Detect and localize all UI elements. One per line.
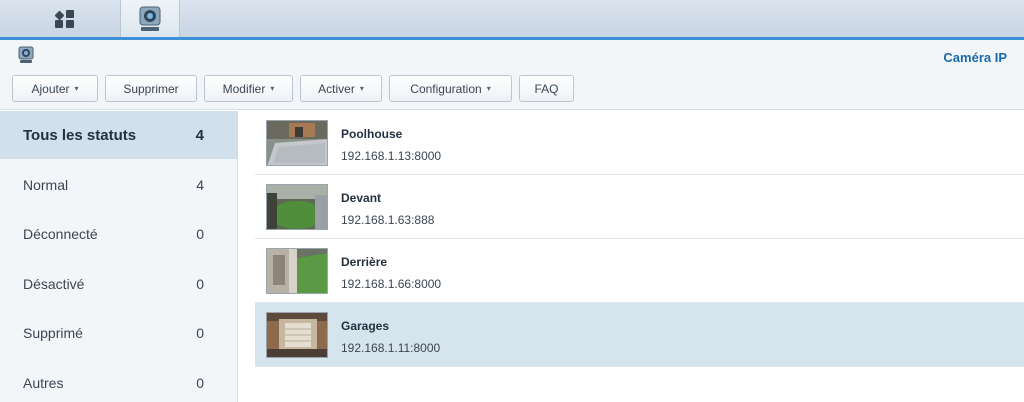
camera-row[interactable]: Poolhouse 192.168.1.13:8000 [255,111,1024,175]
toolbar: Ajouter ▾ Supprimer Modifier ▾ Activer ▾… [0,70,1024,110]
grid-menu-icon [54,9,74,28]
sidebar-item-count: 4 [195,126,204,144]
camera-address: 192.168.1.66:8000 [341,277,442,291]
sidebar-item-count: 0 [196,375,204,391]
sidebar-item-disconnected[interactable]: Déconnecté 0 [0,210,237,258]
camera-name: Garages [341,319,390,333]
sidebar-item-all-statuses[interactable]: Tous les statuts 4 [0,111,237,159]
window-header: Caméra IP [0,40,1024,70]
camera-address: 192.168.1.11:8000 [341,341,441,355]
camera-thumbnail [266,120,328,166]
camera-address: 192.168.1.63:888 [341,213,435,227]
faq-button[interactable]: FAQ [519,75,574,102]
sidebar-item-count: 0 [196,226,204,242]
configuration-button-label: Configuration [410,81,482,96]
main-menu-button[interactable] [35,0,95,37]
sidebar-item-disabled[interactable]: Désactivé 0 [0,260,237,308]
sidebar-item-label: Normal [23,177,69,193]
camera-name: Derrière [341,255,388,269]
edit-button[interactable]: Modifier ▾ [204,75,293,102]
chevron-down-icon: ▾ [74,84,79,93]
chevron-down-icon: ▾ [486,84,491,93]
taskbar [0,0,1024,40]
activate-button[interactable]: Activer ▾ [300,75,382,102]
delete-button-label: Supprimer [123,81,179,96]
camera-thumbnail [266,312,328,358]
camera-thumbnail [266,248,328,294]
camera-row[interactable]: Derrière 192.168.1.66:8000 [255,239,1024,303]
camera-app-icon [139,6,161,31]
sidebar-item-count: 4 [196,177,204,193]
sidebar-item-count: 0 [196,325,204,341]
sidebar-item-others[interactable]: Autres 0 [0,359,237,402]
sidebar-item-label: Tous les statuts [23,126,137,144]
sidebar-item-label: Désactivé [23,276,85,292]
edit-button-label: Modifier [222,81,266,96]
delete-button[interactable]: Supprimer [105,75,197,102]
sidebar-item-count: 0 [196,276,204,292]
activate-button-label: Activer [318,81,355,96]
sidebar-item-label: Déconnecté [23,226,98,242]
surveillance-app-button[interactable] [120,0,180,37]
camera-address: 192.168.1.13:8000 [341,149,442,163]
app-title: Caméra IP [943,50,1007,65]
camera-row[interactable]: Devant 192.168.1.63:888 [255,175,1024,239]
sidebar-item-normal[interactable]: Normal 4 [0,161,237,209]
chevron-down-icon: ▾ [359,84,364,93]
configuration-button[interactable]: Configuration ▾ [389,75,512,102]
camera-name: Poolhouse [341,127,403,141]
camera-row-selected[interactable]: Garages 192.168.1.11:8000 [255,303,1024,367]
camera-app-icon [18,46,34,69]
camera-thumbnail [266,184,328,230]
faq-button-label: FAQ [534,81,559,96]
camera-name: Devant [341,191,382,205]
add-button-label: Ajouter [31,81,70,96]
add-button[interactable]: Ajouter ▾ [12,75,98,102]
sidebar-item-deleted[interactable]: Supprimé 0 [0,309,237,357]
status-sidebar: Tous les statuts 4 Normal 4 Déconnecté 0… [0,111,238,402]
camera-list: Poolhouse 192.168.1.13:8000 Devant 192.1… [255,111,1024,402]
chevron-down-icon: ▾ [270,84,275,93]
sidebar-item-label: Supprimé [23,325,83,341]
sidebar-item-label: Autres [23,375,64,391]
